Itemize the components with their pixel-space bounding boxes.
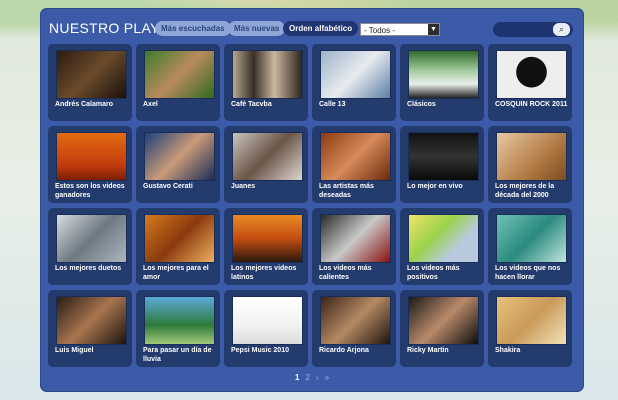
search-button[interactable]: ⌕ <box>553 23 570 36</box>
category-select[interactable]: - Todos - ▼ <box>360 23 440 36</box>
playlist-tile[interactable]: Los mejores duetos <box>48 208 132 285</box>
playlist-tile[interactable]: Lo mejor en vivo <box>400 126 484 203</box>
playlist-tile[interactable]: Juanes <box>224 126 308 203</box>
playlist-label: Estos son los videos ganadores <box>55 183 125 199</box>
playlist-thumbnail <box>56 214 127 263</box>
playlist-thumbnail <box>232 50 303 99</box>
playlist-tile[interactable]: Los mejores de la década del 2000 <box>488 126 572 203</box>
playlist-tile[interactable]: Las artistas más deseadas <box>312 126 396 203</box>
playlist-label: Pepsi Music 2010 <box>231 347 289 354</box>
playlist-thumbnail <box>408 132 479 181</box>
playlist-label: Calle 13 <box>319 101 346 108</box>
search-input[interactable] <box>499 24 553 37</box>
filter-newest-button[interactable]: Más nuevas <box>228 21 286 36</box>
playlist-thumbnail <box>56 50 127 99</box>
playlist-thumbnail <box>144 50 215 99</box>
playlist-thumbnail <box>320 132 391 181</box>
playlist-label: Café Tacvba <box>231 101 272 108</box>
playlist-thumbnail <box>320 50 391 99</box>
playlist-label: Los videos más calientes <box>319 265 372 281</box>
playlist-thumbnail <box>496 50 567 99</box>
playlist-thumbnail <box>56 296 127 345</box>
playlist-thumbnail <box>232 132 303 181</box>
playlist-tile[interactable]: Ricardo Arjona <box>312 290 396 367</box>
playlist-tile[interactable]: Andrés Calamaro <box>48 44 132 121</box>
filter-alphabetical-button[interactable]: Orden alfabético <box>283 21 359 36</box>
playlist-tile[interactable]: Café Tacvba <box>224 44 308 121</box>
playlist-label: Clásicos <box>407 101 436 108</box>
playlist-tile[interactable]: Shakira <box>488 290 572 367</box>
search-icon: ⌕ <box>558 24 565 34</box>
playlist-thumbnail <box>144 296 215 345</box>
chevron-down-icon: ▼ <box>428 24 439 35</box>
playlist-thumbnail <box>496 214 567 263</box>
filter-most-played-button[interactable]: Más escuchadas <box>155 21 231 36</box>
playlist-label: Los mejores duetos <box>55 265 122 272</box>
pagination: 1 2 › » <box>40 373 584 382</box>
playlist-label: Luis Miguel <box>55 347 94 354</box>
playlist-tile[interactable]: Los mejores videos latinos <box>224 208 308 285</box>
playlist-tile[interactable]: Calle 13 <box>312 44 396 121</box>
playlist-label: Lo mejor en vivo <box>407 183 463 190</box>
playlist-tile[interactable]: Los videos más calientes <box>312 208 396 285</box>
playlist-thumbnail <box>408 296 479 345</box>
playlist-tile[interactable]: COSQUIN ROCK 2011 <box>488 44 572 121</box>
playlist-label: Los mejores de la década del 2000 <box>495 183 555 199</box>
playlist-thumbnail <box>144 214 215 263</box>
playlist-label: Gustavo Cerati <box>143 183 193 190</box>
playlist-thumbnail <box>408 50 479 99</box>
playlist-thumbnail <box>144 132 215 181</box>
pager-item[interactable]: » <box>325 373 329 382</box>
playlist-tile[interactable]: Para pasar un día de lluvia <box>136 290 220 367</box>
playlist-tile[interactable]: Los videos más positivos <box>400 208 484 285</box>
playlist-tile[interactable]: Gustavo Cerati <box>136 126 220 203</box>
playlist-label: Los mejores para el amor <box>143 265 209 281</box>
playlist-thumbnail <box>56 132 127 181</box>
playlist-thumbnail <box>320 296 391 345</box>
category-select-value: - Todos - <box>364 26 395 35</box>
playlist-thumbnail <box>232 296 303 345</box>
playlist-label: Ricardo Arjona <box>319 347 369 354</box>
playlist-label: Los videos que nos hacen llorar <box>495 265 561 281</box>
playlist-tile[interactable]: Luis Miguel <box>48 290 132 367</box>
playlist-tile[interactable]: Los videos que nos hacen llorar <box>488 208 572 285</box>
playlist-label: Juanes <box>231 183 256 190</box>
playlist-panel: NUESTRO PLAYLIST Más escuchadas Más nuev… <box>40 8 584 392</box>
playlist-thumbnail <box>496 132 567 181</box>
pager-item[interactable]: › <box>316 373 319 382</box>
playlist-label: Ricky Martin <box>407 347 449 354</box>
playlist-tile[interactable]: Axel <box>136 44 220 121</box>
playlist-header: NUESTRO PLAYLIST Más escuchadas Más nuev… <box>40 8 584 46</box>
playlist-thumbnail <box>320 214 391 263</box>
playlist-tile[interactable]: Los mejores para el amor <box>136 208 220 285</box>
playlist-tile[interactable]: Ricky Martin <box>400 290 484 367</box>
playlist-label: Shakira <box>495 347 521 354</box>
playlist-grid: Andrés Calamaro Axel Café Tacvba Calle 13 Cl… <box>48 44 576 367</box>
playlist-label: Para pasar un día de lluvia <box>143 347 212 363</box>
search-box[interactable]: ⌕ <box>493 22 573 37</box>
playlist-tile[interactable]: Estos son los videos ganadores <box>48 126 132 203</box>
playlist-label: Los mejores videos latinos <box>231 265 297 281</box>
pager-item[interactable]: 1 <box>295 373 299 382</box>
playlist-label: Los videos más positivos <box>407 265 460 281</box>
playlist-tile[interactable]: Clásicos <box>400 44 484 121</box>
playlist-thumbnail <box>496 296 567 345</box>
playlist-thumbnail <box>232 214 303 263</box>
playlist-thumbnail <box>408 214 479 263</box>
playlist-label: Las artistas más deseadas <box>319 183 374 199</box>
playlist-label: COSQUIN ROCK 2011 <box>495 101 568 108</box>
playlist-tile[interactable]: Pepsi Music 2010 <box>224 290 308 367</box>
playlist-label: Andrés Calamaro <box>55 101 113 108</box>
pager-item[interactable]: 2 <box>305 373 309 382</box>
playlist-label: Axel <box>143 101 158 108</box>
